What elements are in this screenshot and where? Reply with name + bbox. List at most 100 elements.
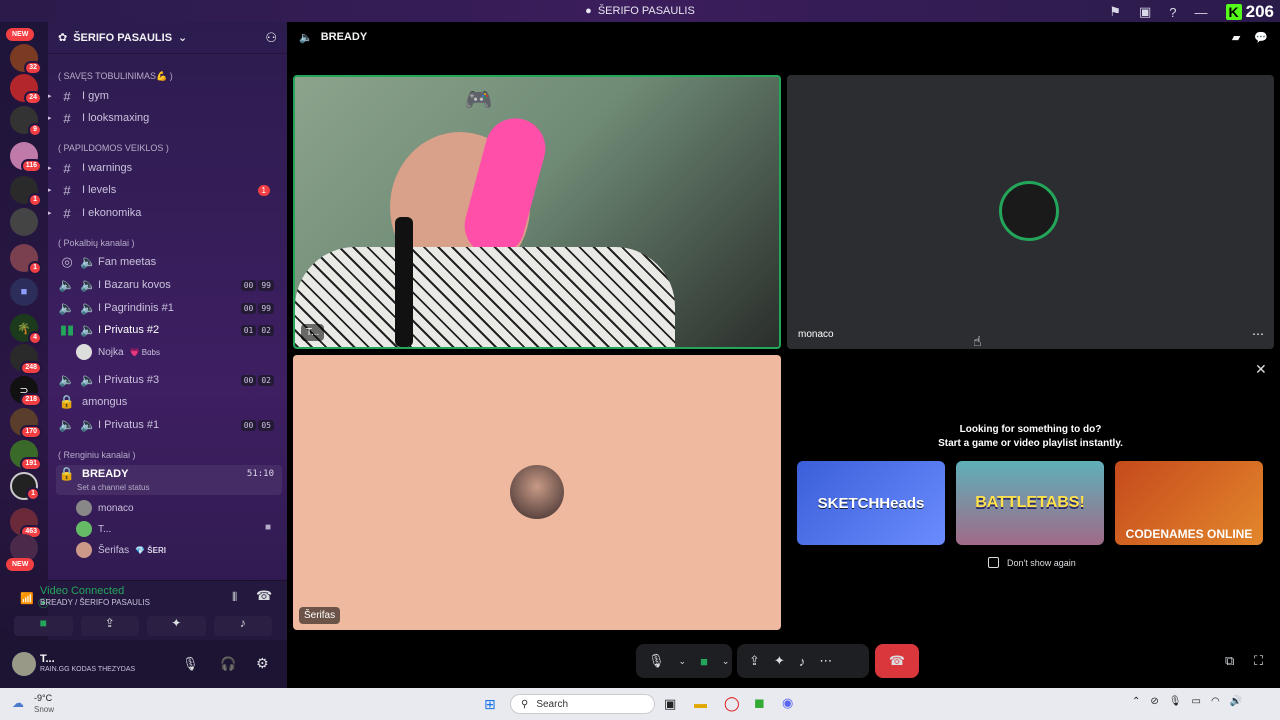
search-icon: ⚲ bbox=[521, 698, 529, 710]
microphone-icon[interactable]: 🎙 bbox=[648, 653, 665, 669]
voice-member[interactable]: monaco bbox=[76, 500, 134, 516]
activity-subtitle: Start a game or video playlist instantly… bbox=[938, 438, 1123, 449]
server-icon[interactable]: 32 bbox=[10, 44, 42, 75]
close-icon[interactable]: ✕ bbox=[1255, 361, 1267, 378]
channel-fan-meetas[interactable]: ◎ 🔈 Fan meetas bbox=[48, 252, 274, 272]
category-header[interactable]: ( Pokalbių kanalai ) bbox=[58, 238, 135, 248]
video-tile[interactable]: Šerifas bbox=[293, 355, 781, 630]
avatar[interactable] bbox=[12, 652, 36, 676]
video-tile[interactable]: monaco ⋯ bbox=[787, 75, 1274, 349]
disconnect-icon[interactable]: ☎ bbox=[256, 588, 272, 604]
opera-icon[interactable]: ◯ bbox=[724, 695, 740, 712]
chat-icon[interactable]: 💬 bbox=[1254, 31, 1268, 44]
inbox-flag-icon[interactable]: ⚑ bbox=[1109, 4, 1121, 20]
windows-start-icon[interactable]: ⊞ bbox=[484, 696, 496, 713]
network-icon[interactable]: ⊘ bbox=[1150, 696, 1158, 707]
signal-icon[interactable]: 📶 bbox=[20, 592, 34, 605]
screen-share-button[interactable]: ⇪ bbox=[80, 616, 139, 636]
activity-card-codenames[interactable]: CODENAMES ONLINE bbox=[1115, 461, 1263, 545]
task-view-icon[interactable]: ▣ bbox=[664, 696, 676, 712]
activities-icon[interactable]: ✦ bbox=[774, 653, 785, 669]
soundboard-button[interactable]: ♪ bbox=[213, 616, 272, 636]
channel-amongus[interactable]: 🔒 amongus bbox=[48, 392, 274, 412]
wifi-icon[interactable]: ◠ bbox=[1211, 696, 1220, 707]
category-header[interactable]: ( SAVĘS TOBULINIMAS💪 ) bbox=[58, 71, 173, 82]
channel-levels[interactable]: ▸ # I levels 1 bbox=[48, 180, 274, 200]
voice-member[interactable]: Šerifas 💎 ŠERI bbox=[76, 542, 166, 558]
file-explorer-icon[interactable]: ▬ bbox=[694, 696, 707, 711]
new-pill: NEW bbox=[6, 28, 35, 41]
category-header[interactable]: ( PAPILDOMOS VEIKLOS ) bbox=[58, 143, 169, 153]
activity-card-sketchheads[interactable]: SKETCHHeads bbox=[797, 461, 945, 545]
channel-privatus-2[interactable]: ▮▮ 🔈 I Privatus #2 01 02 bbox=[48, 320, 274, 340]
screen-share-icon[interactable]: ⇪ bbox=[749, 653, 760, 669]
activities-button[interactable]: ✦ bbox=[147, 616, 206, 636]
server-icon[interactable] bbox=[10, 208, 38, 236]
category-header[interactable]: ( Renginiu kanalai ) bbox=[58, 450, 136, 460]
dont-show-checkbox[interactable] bbox=[988, 557, 999, 568]
bookmark-icon[interactable]: ▰ bbox=[1232, 31, 1240, 44]
taskbar-search[interactable]: ⚲ Search bbox=[510, 694, 655, 714]
server-icon[interactable]: 116 bbox=[10, 142, 42, 173]
server-icon[interactable]: 1 bbox=[10, 472, 40, 501]
fullscreen-icon[interactable]: ⛶ bbox=[1254, 653, 1263, 669]
channel-gym[interactable]: ▸ # I gym bbox=[48, 86, 274, 106]
controller-art: 🎮 bbox=[465, 87, 493, 112]
server-icon[interactable]: 1 bbox=[10, 176, 42, 207]
unread-badge: 1 bbox=[28, 193, 42, 207]
discord-icon[interactable]: ◉ bbox=[782, 695, 793, 711]
channel-status[interactable]: Set a channel status bbox=[77, 483, 150, 492]
camera-icon[interactable]: ■ bbox=[700, 654, 708, 669]
channel-warnings[interactable]: ▸ # I warnings bbox=[48, 158, 274, 178]
voice-member[interactable]: Nojka 💗 Bɑbs bbox=[76, 344, 160, 360]
channel-privatus-1[interactable]: 🔈 🔈 I Privatus #1 00 05 bbox=[48, 415, 274, 435]
screen-icon[interactable]: ▣ bbox=[1139, 4, 1151, 20]
server-icon[interactable]: 9 bbox=[10, 106, 42, 137]
more-options-icon[interactable]: ⋯ bbox=[819, 653, 832, 669]
soundboard-icon[interactable]: ♪ bbox=[799, 654, 806, 669]
headphones-icon[interactable]: 🎧 bbox=[220, 656, 236, 672]
server-icon[interactable]: 🌴 4 bbox=[10, 314, 42, 345]
mic-tray-icon[interactable]: 🎙 bbox=[1169, 696, 1182, 707]
noise-suppression-icon[interactable]: ⦀ bbox=[232, 590, 237, 605]
microphone-shape bbox=[395, 217, 413, 347]
speaker-icon: 🔈 bbox=[80, 254, 97, 269]
unread-badge: 24 bbox=[24, 91, 42, 105]
server-icon[interactable]: 170 bbox=[10, 408, 42, 439]
weather-icon[interactable]: ☁ bbox=[12, 696, 24, 710]
channel-ekonomika[interactable]: ▸ # I ekonomika bbox=[48, 203, 274, 223]
popout-icon[interactable]: ⧉ bbox=[1225, 653, 1234, 669]
help-icon[interactable]: ? bbox=[1169, 5, 1176, 20]
server-icon[interactable]: 1 bbox=[10, 244, 42, 275]
microphone-icon[interactable]: 🎙 bbox=[182, 656, 199, 672]
server-icon[interactable]: 191 bbox=[10, 440, 42, 471]
gear-icon[interactable]: ⚙ bbox=[256, 655, 269, 672]
chevron-up-icon[interactable]: ⌃ bbox=[1132, 696, 1140, 707]
avatar bbox=[510, 465, 564, 519]
chevron-down-icon[interactable]: ⌄ bbox=[679, 656, 687, 667]
server-icon[interactable]: 24 bbox=[10, 74, 42, 105]
server-icon[interactable]: 463 bbox=[10, 508, 42, 539]
channel-bready-label[interactable]: 🔒 BREADY 51:10 bbox=[48, 464, 274, 484]
camera-button[interactable]: ■ bbox=[14, 616, 73, 636]
folder-icon[interactable]: ■ bbox=[10, 278, 38, 306]
chevron-down-icon[interactable]: ⌄ bbox=[722, 656, 730, 667]
channel-pagrindinis[interactable]: 🔈 🔈 I Pagrindinis #1 00 99 bbox=[48, 298, 274, 318]
voice-member[interactable]: T... bbox=[76, 521, 111, 537]
add-member-icon[interactable]: ⚇ bbox=[265, 30, 277, 46]
channel-privatus-3[interactable]: 🔈 🔈 I Privatus #3 00 02 bbox=[48, 370, 274, 390]
disconnect-button[interactable]: ☎ bbox=[875, 644, 919, 678]
app-icon[interactable]: ◼ bbox=[754, 695, 765, 711]
channel-looksmaxing[interactable]: ▸ # I looksmaxing bbox=[48, 108, 274, 128]
volume-icon[interactable]: 🔊 bbox=[1230, 696, 1242, 707]
display-icon[interactable]: ▭ bbox=[1191, 696, 1200, 707]
more-options-icon[interactable]: ⋯ bbox=[1252, 327, 1264, 341]
server-header[interactable]: ✿ ŠERIFO PASAULIS ⌄ ⚇ bbox=[48, 22, 287, 54]
server-icon[interactable]: 248 bbox=[10, 344, 42, 375]
minimize-icon[interactable]: — bbox=[1195, 5, 1208, 20]
voice-location[interactable]: BREADY / ŠERIFO PASAULIS bbox=[40, 598, 150, 607]
channel-bazaru-kovos[interactable]: 🔈 🔈 I Bazaru kovos 00 99 bbox=[48, 275, 274, 295]
server-icon[interactable]: ⊃ 218 bbox=[10, 376, 42, 407]
video-tile[interactable]: 🎮 T... bbox=[293, 75, 781, 349]
activity-card-battletabs[interactable]: BATTLETABS! bbox=[956, 461, 1104, 545]
